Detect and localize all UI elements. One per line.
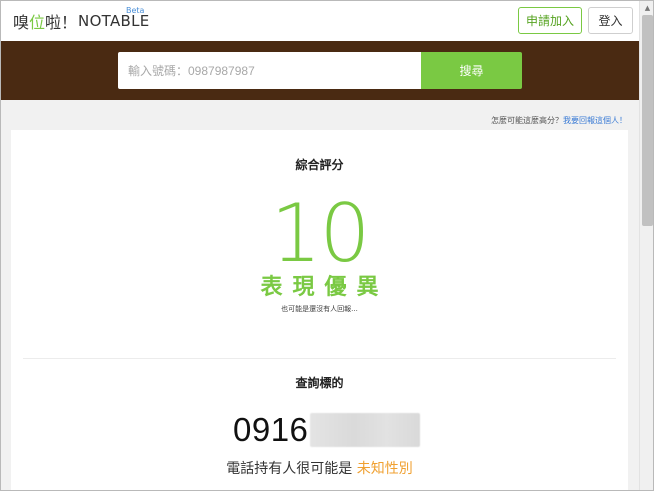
owner-text: 電話持有人很可能是 <box>226 461 357 477</box>
vertical-scrollbar[interactable]: ▲ <box>639 1 653 490</box>
rating-label: 表現優異 <box>260 275 389 300</box>
apply-button[interactable]: 申請加入 <box>518 7 582 34</box>
owner-gender: 未知性別 <box>356 461 413 477</box>
beta-badge: Beta <box>126 6 145 15</box>
report-question: 怎麼可能這麼高分？ <box>491 116 563 125</box>
report-prompt: 怎麼可能這麼高分？我要回報這個人！ <box>491 115 627 126</box>
scroll-thumb[interactable] <box>642 15 653 226</box>
rating-title: 綜合評分 <box>295 158 344 172</box>
search-bar: 搜尋 <box>1 41 639 100</box>
result-card: 綜合評分 10 表現優異 也可能是還沒有人回報... 查詢標的 0916 電話持… <box>11 130 628 490</box>
logo-part-1: 嗅 <box>13 13 30 32</box>
scroll-up-arrow-icon[interactable]: ▲ <box>640 1 653 15</box>
phone-prefix: 0916 <box>233 411 309 448</box>
search-button[interactable]: 搜尋 <box>421 52 522 89</box>
queried-phone-number: 0916 <box>233 410 421 450</box>
owner-info: 電話持有人很可能是 未知性別 <box>11 458 628 478</box>
report-link[interactable]: 我要回報這個人！ <box>563 116 627 125</box>
phone-search-input[interactable] <box>118 52 421 89</box>
rating-note: 也可能是還沒有人回報... <box>281 305 358 313</box>
logo-part-2: 位 <box>29 13 46 32</box>
logo-part-3: 啦！ <box>45 13 78 32</box>
section-divider <box>23 358 616 359</box>
browser-page: 嗅位啦！NOTABLE Beta 申請加入 登入 搜尋 怎麼可能這麼高分？我要回… <box>0 0 654 491</box>
login-button[interactable]: 登入 <box>588 7 633 34</box>
query-title: 查詢標的 <box>295 376 344 390</box>
top-header: 嗅位啦！ NOTABLE Beta 申請加入 登入 <box>1 1 639 41</box>
rating-score: 10 <box>270 187 371 280</box>
redacted-digits <box>310 413 421 447</box>
site-logo[interactable]: 嗅位啦！ NOTABLE Beta <box>13 6 150 34</box>
